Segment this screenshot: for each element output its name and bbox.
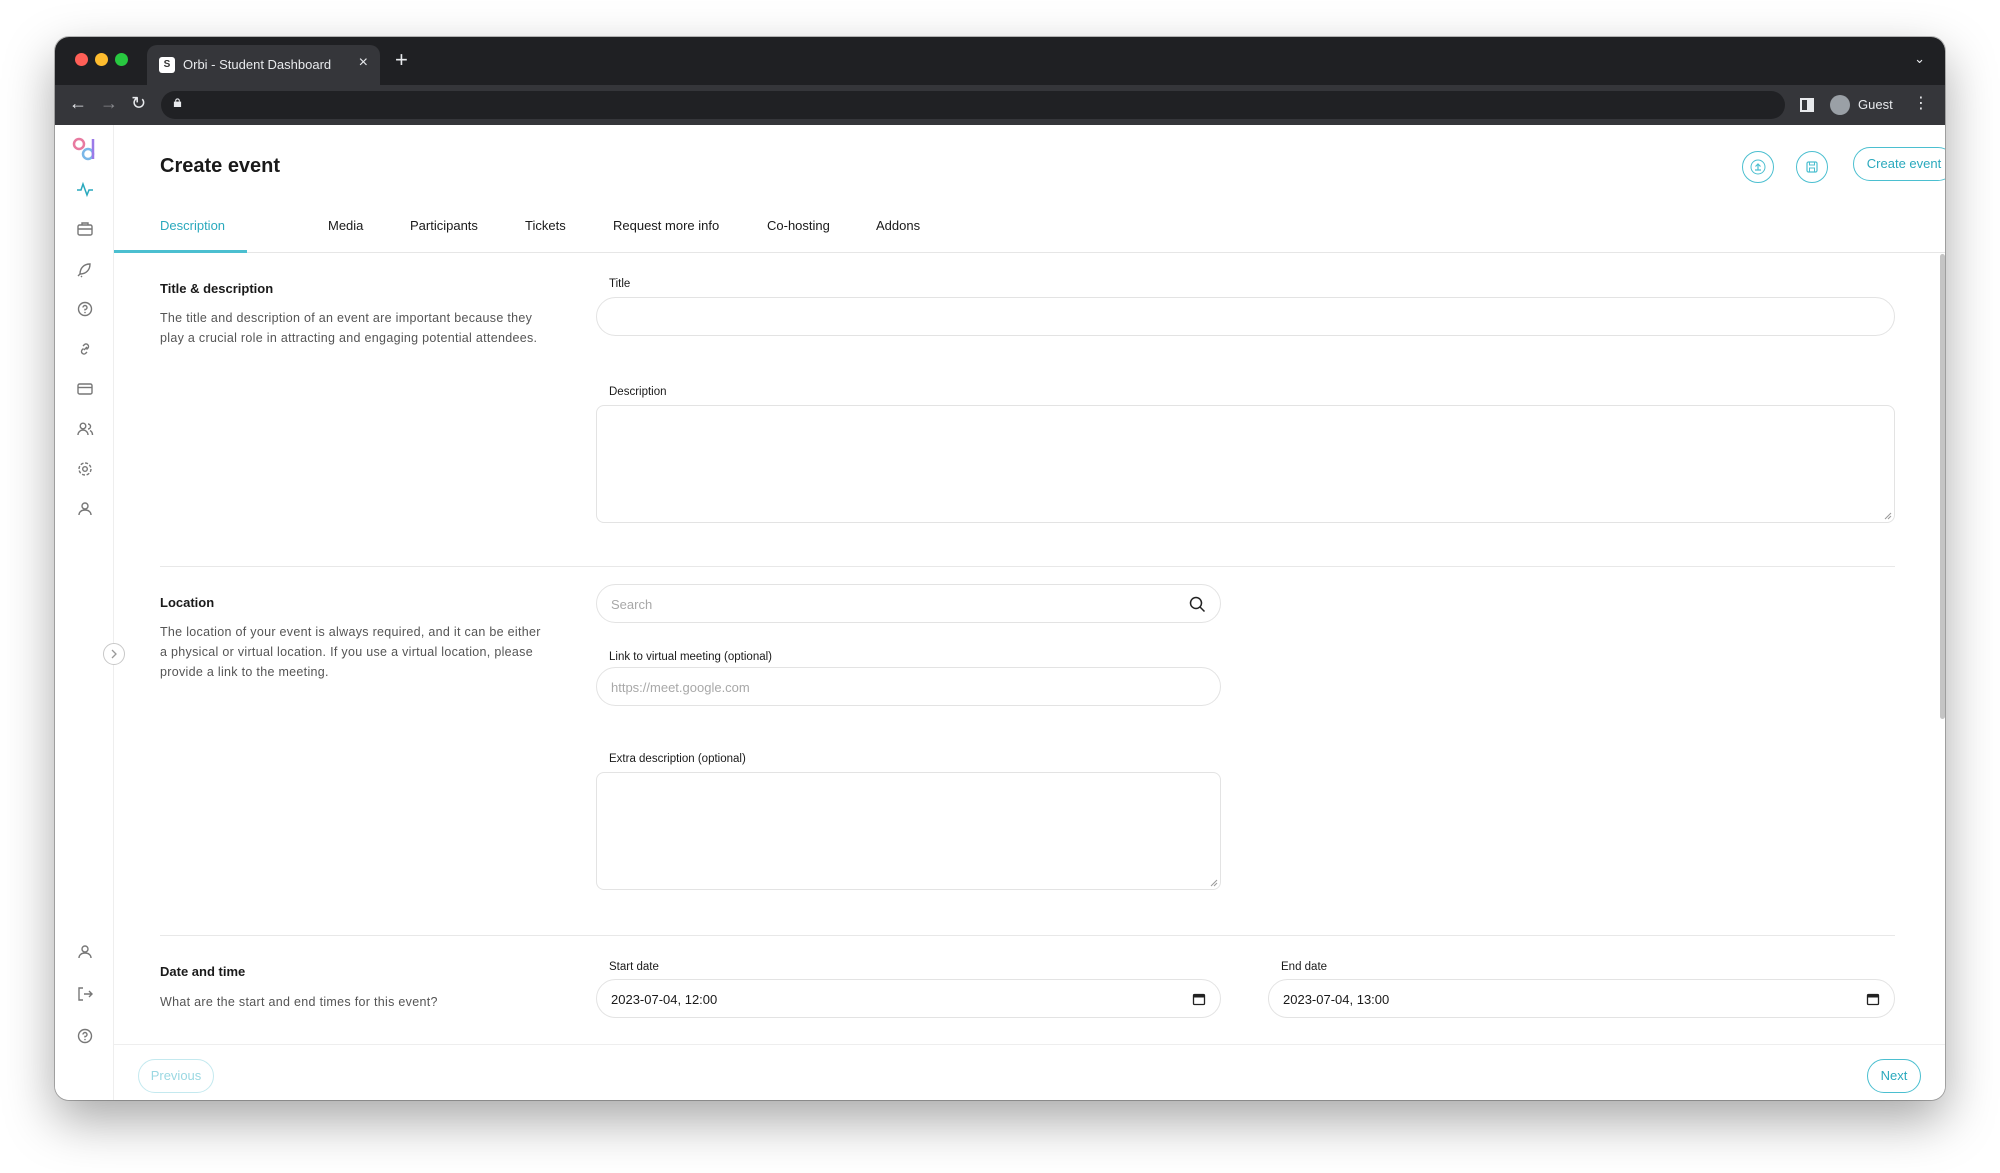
scrollbar[interactable]	[1940, 254, 1945, 719]
settings-icon[interactable]	[74, 458, 96, 480]
tab-request-more-info[interactable]: Request more info	[613, 211, 719, 253]
link-icon[interactable]	[74, 338, 96, 360]
form-content: Title & description The title and descri…	[114, 254, 1945, 1044]
activity-icon[interactable]	[74, 178, 96, 200]
page-title: Create event	[160, 155, 281, 177]
description-label: Description	[609, 386, 667, 398]
tab-title: Orbi - Student Dashboard	[183, 57, 332, 72]
virtual-link-placeholder: https://meet.google.com	[611, 680, 750, 695]
browser-tabbar: S Orbi - Student Dashboard × + ⌄	[55, 37, 1945, 85]
forward-icon[interactable]: →	[100, 93, 118, 114]
browser-menu-icon[interactable]: ⋮	[1913, 93, 1929, 113]
start-date-value: 2023-07-04, 12:00	[611, 992, 718, 1007]
resize-handle-icon[interactable]	[1884, 512, 1892, 520]
browser-toolbar: ← → ↻ Guest ⋮	[55, 85, 1945, 125]
tab-co-hosting[interactable]: Co-hosting	[767, 211, 830, 253]
title-input[interactable]	[596, 297, 1895, 336]
tab-description[interactable]: Description	[114, 211, 248, 253]
tab-search-icon[interactable]: ⌄	[1914, 51, 1925, 67]
resize-handle-icon[interactable]	[1210, 879, 1218, 887]
app: Create event Create event Description Me…	[55, 125, 1945, 1100]
tab-addons[interactable]: Addons	[876, 211, 920, 253]
sidebar	[55, 125, 114, 1100]
virtual-link-label: Link to virtual meeting (optional)	[609, 651, 772, 663]
users-icon[interactable]	[74, 418, 96, 440]
section-desc-date-time: What are the start and end times for thi…	[160, 995, 438, 1009]
section-title-location: Location	[160, 595, 215, 610]
lock-icon	[173, 98, 182, 107]
address-bar[interactable]	[161, 91, 1785, 119]
upload-icon	[1750, 159, 1766, 175]
reload-icon[interactable]: ↻	[131, 93, 146, 114]
close-window-button[interactable]	[75, 53, 88, 66]
start-date-input[interactable]: 2023-07-04, 12:00	[596, 979, 1221, 1018]
credit-card-icon[interactable]	[74, 378, 96, 400]
create-event-button[interactable]: Create event	[1853, 147, 1945, 181]
help-icon[interactable]	[74, 1025, 96, 1047]
help-circle-icon[interactable]	[74, 298, 96, 320]
end-date-value: 2023-07-04, 13:00	[1283, 992, 1390, 1007]
tab-bar: Description Media Participants Tickets R…	[114, 211, 1945, 253]
calendar-icon[interactable]	[1192, 992, 1206, 1006]
section-desc-description: The title and description of an event ar…	[160, 311, 538, 345]
profile-icon[interactable]	[74, 941, 96, 963]
rocket-icon[interactable]	[74, 258, 96, 280]
profile-label: Guest	[1858, 97, 1893, 112]
title-label: Title	[609, 278, 631, 290]
tab-media[interactable]: Media	[328, 211, 363, 253]
save-draft-button[interactable]	[1796, 151, 1828, 183]
next-button[interactable]: Next	[1867, 1059, 1921, 1093]
section-title-description: Title & description	[160, 281, 274, 296]
end-date-label: End date	[1281, 961, 1328, 973]
avatar	[1830, 95, 1850, 115]
tab-participants[interactable]: Participants	[410, 211, 478, 253]
tab-tickets[interactable]: Tickets	[525, 211, 566, 253]
new-tab-button[interactable]: +	[395, 47, 408, 73]
orbi-logo-icon	[72, 137, 95, 161]
extra-description-label: Extra description (optional)	[609, 753, 746, 765]
description-textarea[interactable]	[596, 405, 1895, 523]
section-divider	[160, 566, 1895, 567]
end-date-input[interactable]: 2023-07-04, 13:00	[1268, 979, 1895, 1018]
search-placeholder: Search	[611, 597, 653, 612]
close-tab-icon[interactable]: ×	[359, 54, 368, 72]
user-icon[interactable]	[74, 498, 96, 520]
section-divider	[160, 935, 1895, 936]
virtual-link-input[interactable]: https://meet.google.com	[596, 667, 1221, 706]
logout-icon[interactable]	[74, 983, 96, 1005]
briefcase-icon[interactable]	[74, 218, 96, 240]
side-panel-icon[interactable]	[1800, 98, 1814, 112]
section-desc-location: The location of your event is always req…	[160, 625, 541, 679]
minimize-window-button[interactable]	[95, 53, 108, 66]
save-icon	[1806, 161, 1818, 173]
calendar-icon[interactable]	[1866, 992, 1880, 1006]
section-title-date-time: Date and time	[160, 964, 246, 979]
location-search-input[interactable]: Search	[596, 584, 1221, 623]
previous-button[interactable]: Previous	[138, 1059, 214, 1093]
maximize-window-button[interactable]	[115, 53, 128, 66]
start-date-label: Start date	[609, 961, 659, 973]
favicon-icon: S	[159, 57, 175, 73]
main-content: Create event Create event Description Me…	[114, 125, 1945, 1100]
search-icon[interactable]	[1189, 596, 1206, 613]
browser-window: S Orbi - Student Dashboard × + ⌄ ← → ↻ G…	[55, 37, 1945, 1100]
form-footer: Previous Next	[114, 1044, 1945, 1100]
back-icon[interactable]: ←	[69, 93, 87, 114]
browser-tab[interactable]: S Orbi - Student Dashboard ×	[147, 45, 380, 85]
upload-button[interactable]	[1742, 151, 1774, 183]
extra-description-textarea[interactable]	[596, 772, 1221, 890]
